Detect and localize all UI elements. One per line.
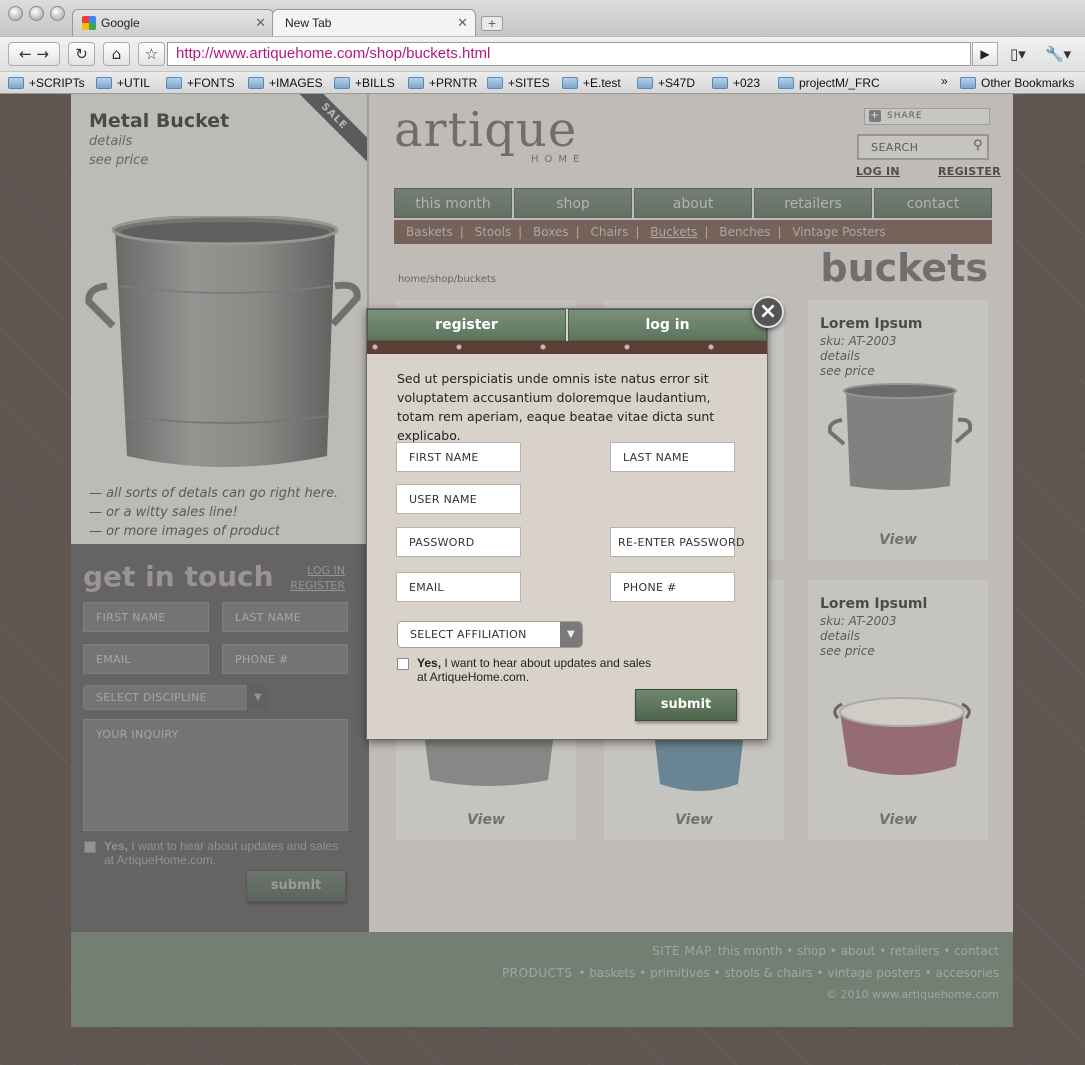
folder-icon xyxy=(8,77,24,89)
bookmark-folder[interactable]: +S47D xyxy=(637,76,695,90)
phone-input[interactable]: PHONE # xyxy=(610,572,735,602)
decorative-strip xyxy=(367,341,767,354)
last-name-input[interactable]: LAST NAME xyxy=(610,442,735,472)
close-tab-icon[interactable]: ✕ xyxy=(457,15,468,31)
forward-icon[interactable]: → xyxy=(36,45,49,63)
modal-submit-button[interactable]: submit xyxy=(635,689,737,721)
user-name-input[interactable]: USER NAME xyxy=(396,484,521,514)
optin-checkbox[interactable] xyxy=(397,658,409,670)
select-affiliation-dropdown[interactable]: SELECT AFFILIATION ▼ xyxy=(397,621,583,648)
google-favicon-icon xyxy=(82,16,96,30)
folder-icon xyxy=(778,77,794,89)
address-bar[interactable]: http://www.artiquehome.com/shop/buckets.… xyxy=(167,42,971,66)
page-menu-icon[interactable]: ▯▾ xyxy=(1010,45,1026,63)
folder-icon xyxy=(334,77,350,89)
folder-icon xyxy=(712,77,728,89)
reenter-password-input[interactable]: RE-ENTER PASSWORD xyxy=(610,527,744,557)
bookmark-folder[interactable]: +PRNTR xyxy=(408,76,477,90)
close-icon[interactable]: × xyxy=(752,296,784,328)
bookmark-folder[interactable]: +UTIL xyxy=(96,76,150,90)
folder-icon xyxy=(248,77,264,89)
tab-login[interactable]: log in xyxy=(568,309,767,341)
home-icon[interactable]: ⌂ xyxy=(103,42,130,66)
bookmark-folder[interactable]: +SCRIPTs xyxy=(8,76,85,90)
folder-icon xyxy=(637,77,653,89)
password-input[interactable]: PASSWORD xyxy=(396,527,521,557)
browser-chrome: Google ✕ New Tab ✕ + ← → ↻ ⌂ ☆ http://ww… xyxy=(0,0,1085,94)
folder-icon xyxy=(408,77,424,89)
tab-new-tab[interactable]: New Tab ✕ xyxy=(272,9,476,36)
tab-label: Google xyxy=(101,16,140,30)
bookmark-folder[interactable]: +IMAGES xyxy=(248,76,323,90)
back-icon[interactable]: ← xyxy=(19,45,32,63)
register-login-modal: register log in Sed ut perspiciatis unde… xyxy=(366,308,768,740)
folder-icon xyxy=(166,77,182,89)
optin-label: Yes, I want to hear about updates and sa… xyxy=(417,656,652,684)
folder-icon xyxy=(960,77,976,89)
folder-icon xyxy=(562,77,578,89)
folder-icon xyxy=(96,77,112,89)
modal-intro-text: Sed ut perspiciatis unde omnis iste natu… xyxy=(397,371,715,443)
bookmark-folder[interactable]: +SITES xyxy=(487,76,550,90)
bookmarks-overflow-icon[interactable]: » xyxy=(941,74,948,88)
back-forward-buttons[interactable]: ← → xyxy=(8,42,60,66)
new-tab-button[interactable]: + xyxy=(481,16,503,31)
reload-icon[interactable]: ↻ xyxy=(68,42,95,66)
go-icon[interactable]: ▶ xyxy=(972,42,998,66)
browser-toolbar: ← → ↻ ⌂ ☆ http://www.artiquehome.com/sho… xyxy=(0,36,1085,71)
tab-google[interactable]: Google ✕ xyxy=(72,9,274,36)
other-bookmarks-folder[interactable]: Other Bookmarks xyxy=(960,76,1074,90)
tab-register[interactable]: register xyxy=(367,309,566,341)
bookmark-star-icon[interactable]: ☆ xyxy=(138,42,165,66)
bookmarks-bar: +SCRIPTs +UTIL +FONTS +IMAGES +BILLS +PR… xyxy=(0,71,1085,94)
close-tab-icon[interactable]: ✕ xyxy=(255,15,266,31)
email-input[interactable]: EMAIL xyxy=(396,572,521,602)
chevron-down-icon: ▼ xyxy=(560,622,582,647)
minimize-window-button[interactable] xyxy=(29,6,44,21)
folder-icon xyxy=(487,77,503,89)
close-window-button[interactable] xyxy=(8,6,23,21)
first-name-input[interactable]: FIRST NAME xyxy=(396,442,521,472)
modal-tabs: register log in xyxy=(367,309,767,341)
bookmark-folder[interactable]: +BILLS xyxy=(334,76,395,90)
tab-label: New Tab xyxy=(285,16,332,30)
zoom-window-button[interactable] xyxy=(50,6,65,21)
wrench-menu-icon[interactable]: 🔧▾ xyxy=(1045,45,1071,63)
bookmark-folder[interactable]: projectM/_FRC xyxy=(778,76,880,90)
bookmark-folder[interactable]: +023 xyxy=(712,76,760,90)
bookmark-folder[interactable]: +E.test xyxy=(562,76,621,90)
bookmark-folder[interactable]: +FONTS xyxy=(166,76,235,90)
url-text: http://www.artiquehome.com/shop/buckets.… xyxy=(176,45,491,62)
tab-strip: Google ✕ New Tab ✕ + xyxy=(0,0,1085,36)
